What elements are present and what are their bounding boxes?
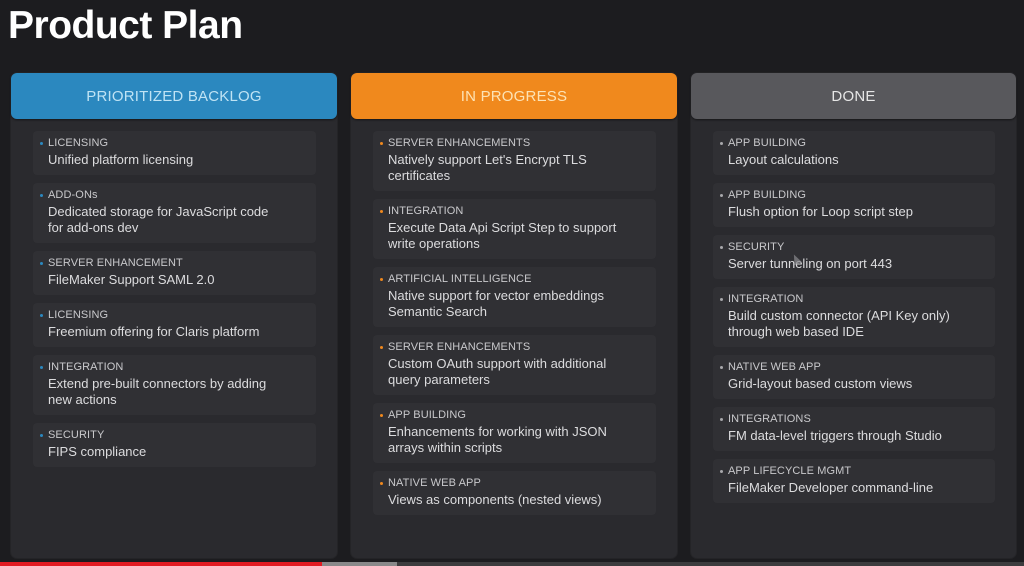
backlog-card: SERVER ENHANCEMENT FileMaker Support SAM…	[33, 251, 316, 295]
card-tag: APP BUILDING	[728, 189, 807, 201]
video-progress-bar[interactable]	[0, 562, 1024, 566]
bullet-icon	[40, 142, 43, 145]
video-played-segment[interactable]	[0, 562, 322, 566]
card-list: LICENSING Unified platform licensing ADD…	[33, 131, 316, 475]
in-progress-card: APP BUILDING Enhancements for working wi…	[373, 403, 656, 463]
in-progress-card: SERVER ENHANCEMENTS Natively support Let…	[373, 131, 656, 191]
card-title: Dedicated storage for JavaScript code fo…	[48, 204, 269, 235]
card-title: FM data-level triggers through Studio	[728, 428, 942, 443]
bullet-icon	[380, 142, 383, 145]
backlog-card: ADD-ONs Dedicated storage for JavaScript…	[33, 183, 316, 243]
bullet-icon	[380, 414, 383, 417]
column-in-progress: IN PROGRESS SERVER ENHANCEMENTS Natively…	[351, 73, 677, 558]
bullet-icon	[40, 434, 43, 437]
card-tag: SERVER ENHANCEMENT	[48, 257, 183, 269]
bullet-icon	[720, 298, 723, 301]
card-title: FIPS compliance	[48, 444, 147, 459]
card-tag: APP LIFECYCLE MGMT	[728, 465, 852, 477]
bullet-icon	[40, 262, 43, 265]
card-title: Natively support Let's Encrypt TLS certi…	[388, 152, 587, 183]
card-list: APP BUILDING Layout calculations APP BUI…	[713, 131, 995, 511]
card-tag: INTEGRATION	[48, 361, 124, 373]
card-tag: INTEGRATIONS	[728, 413, 811, 425]
bullet-icon	[720, 418, 723, 421]
backlog-card: SECURITY FIPS compliance	[33, 423, 316, 467]
bullet-icon	[720, 470, 723, 473]
card-tag: NATIVE WEB APP	[388, 477, 481, 489]
done-card: INTEGRATION Build custom connector (API …	[713, 287, 995, 347]
card-title: FileMaker Support SAML 2.0	[48, 272, 215, 287]
done-card: APP BUILDING Flush option for Loop scrip…	[713, 183, 995, 227]
done-card: INTEGRATIONS FM data-level triggers thro…	[713, 407, 995, 451]
card-title: Unified platform licensing	[48, 152, 194, 167]
backlog-card: INTEGRATION Extend pre-built connectors …	[33, 355, 316, 415]
card-tag: ARTIFICIAL INTELLIGENCE	[388, 273, 532, 285]
card-title: Build custom connector (API Key only) th…	[728, 308, 950, 339]
card-tag: APP BUILDING	[728, 137, 807, 149]
card-tag: SECURITY	[48, 429, 105, 441]
column-done: DONE APP BUILDING Layout calculations AP…	[691, 73, 1016, 558]
card-tag: INTEGRATION	[728, 293, 804, 305]
in-progress-card: ARTIFICIAL INTELLIGENCE Native support f…	[373, 267, 656, 327]
card-title: Extend pre-built connectors by adding ne…	[48, 376, 267, 407]
card-tag: APP BUILDING	[388, 409, 467, 421]
backlog-card: LICENSING Unified platform licensing	[33, 131, 316, 175]
card-tag: SECURITY	[728, 241, 785, 253]
card-tag: LICENSING	[48, 137, 109, 149]
bullet-icon	[720, 246, 723, 249]
column-header: IN PROGRESS	[351, 73, 677, 119]
card-tag: NATIVE WEB APP	[728, 361, 821, 373]
bullet-icon	[40, 366, 43, 369]
bullet-icon	[720, 142, 723, 145]
card-tag: SERVER ENHANCEMENTS	[388, 341, 531, 353]
backlog-card: LICENSING Freemium offering for Claris p…	[33, 303, 316, 347]
card-title: FileMaker Developer command-line	[728, 480, 934, 495]
card-title: Grid-layout based custom views	[728, 376, 913, 391]
card-tag: SERVER ENHANCEMENTS	[388, 137, 531, 149]
card-title: Freemium offering for Claris platform	[48, 324, 260, 339]
column-header: DONE	[691, 73, 1016, 119]
card-list: SERVER ENHANCEMENTS Natively support Let…	[373, 131, 656, 523]
card-title: Layout calculations	[728, 152, 839, 167]
bullet-icon	[380, 482, 383, 485]
bullet-icon	[40, 314, 43, 317]
bullet-icon	[380, 210, 383, 213]
product-plan-slide: Product Plan PRIORITIZED BACKLOG LICENSI…	[0, 0, 1024, 566]
bullet-icon	[720, 194, 723, 197]
bullet-icon	[40, 194, 43, 197]
card-title: Execute Data Api Script Step to support …	[388, 220, 617, 251]
in-progress-card: SERVER ENHANCEMENTS Custom OAuth support…	[373, 335, 656, 395]
done-card: NATIVE WEB APP Grid-layout based custom …	[713, 355, 995, 399]
column-header: PRIORITIZED BACKLOG	[11, 73, 337, 119]
bullet-icon	[380, 278, 383, 281]
bullet-icon	[720, 366, 723, 369]
in-progress-card: NATIVE WEB APP Views as components (nest…	[373, 471, 656, 515]
card-title: Views as components (nested views)	[388, 492, 602, 507]
page-title: Product Plan	[8, 4, 243, 47]
done-card: APP BUILDING Layout calculations	[713, 131, 995, 175]
card-title: Server tunneling on port 443	[728, 256, 893, 271]
card-title: Custom OAuth support with additional que…	[388, 356, 607, 387]
card-tag: INTEGRATION	[388, 205, 464, 217]
card-title: Enhancements for working with JSON array…	[388, 424, 607, 455]
done-card: APP LIFECYCLE MGMT FileMaker Developer c…	[713, 459, 995, 503]
card-title: Native support for vector embeddings Sem…	[388, 288, 605, 319]
card-tag: ADD-ONs	[48, 189, 98, 201]
done-card: SECURITY Server tunneling on port 443	[713, 235, 995, 279]
bullet-icon	[380, 346, 383, 349]
card-title: Flush option for Loop script step	[728, 204, 913, 219]
card-tag: LICENSING	[48, 309, 109, 321]
column-prioritized-backlog: PRIORITIZED BACKLOG LICENSING Unified pl…	[11, 73, 337, 558]
in-progress-card: INTEGRATION Execute Data Api Script Step…	[373, 199, 656, 259]
